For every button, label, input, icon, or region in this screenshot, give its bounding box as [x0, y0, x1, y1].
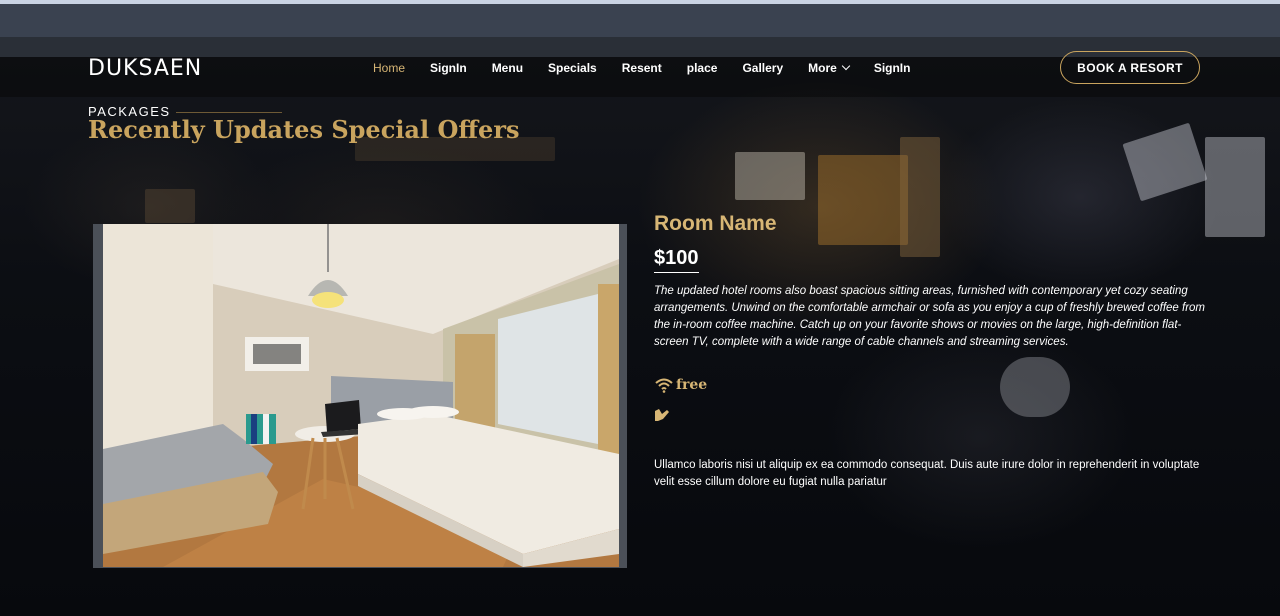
nav-menu[interactable]: Menu [492, 61, 523, 75]
feature-service [653, 405, 671, 428]
room-name: Room Name [654, 212, 777, 235]
main-nav: Home SignIn Menu Specials Resent place G… [373, 61, 935, 75]
nav-place-label: place [686, 61, 718, 75]
feature-wifi-label: free [676, 377, 708, 393]
room-photo-illustration [103, 224, 619, 567]
room-price: $100 [654, 247, 699, 273]
nav-menu-label: Menu [491, 61, 524, 75]
nav-more-label: More [808, 61, 837, 75]
nav-specials[interactable]: Specials [548, 61, 597, 75]
nav-signin-label: SignIn [430, 61, 467, 75]
nav-signin-2-label: SignIn [873, 61, 911, 75]
nav-signin-2[interactable]: SignIn [874, 61, 911, 75]
nav-more-dropdown[interactable]: More [808, 61, 851, 75]
browser-chrome-bar [0, 4, 1280, 37]
room-description: The updated hotel rooms also boast spaci… [654, 285, 1205, 348]
wifi-icon [655, 378, 673, 393]
nav-gallery[interactable]: Gallery [742, 61, 783, 75]
nav-signin[interactable]: SignIn [430, 61, 467, 75]
room-note: Ullamco laboris nisi ut aliquip ex ea co… [654, 459, 1200, 488]
chevron-down-icon [841, 61, 851, 71]
nav-place[interactable]: place [687, 61, 718, 75]
room-photo [103, 224, 619, 567]
nav-resent[interactable]: Resent [622, 61, 662, 75]
nav-gallery-label: Gallery [742, 61, 784, 75]
feature-wifi: free [654, 377, 707, 393]
book-resort-button[interactable]: BOOK A RESORT [1060, 51, 1200, 84]
hand-icon [655, 409, 669, 421]
nav-home[interactable]: Home [373, 61, 405, 75]
nav-resent-label: Resent [621, 61, 662, 75]
nav-home-label: Home [373, 61, 406, 75]
section-title: Recently Updates Special Offers [88, 115, 520, 144]
brand-logo[interactable]: DUKSAEN [88, 56, 202, 81]
nav-specials-label: Specials [548, 61, 597, 75]
eyebrow-divider [176, 112, 282, 113]
